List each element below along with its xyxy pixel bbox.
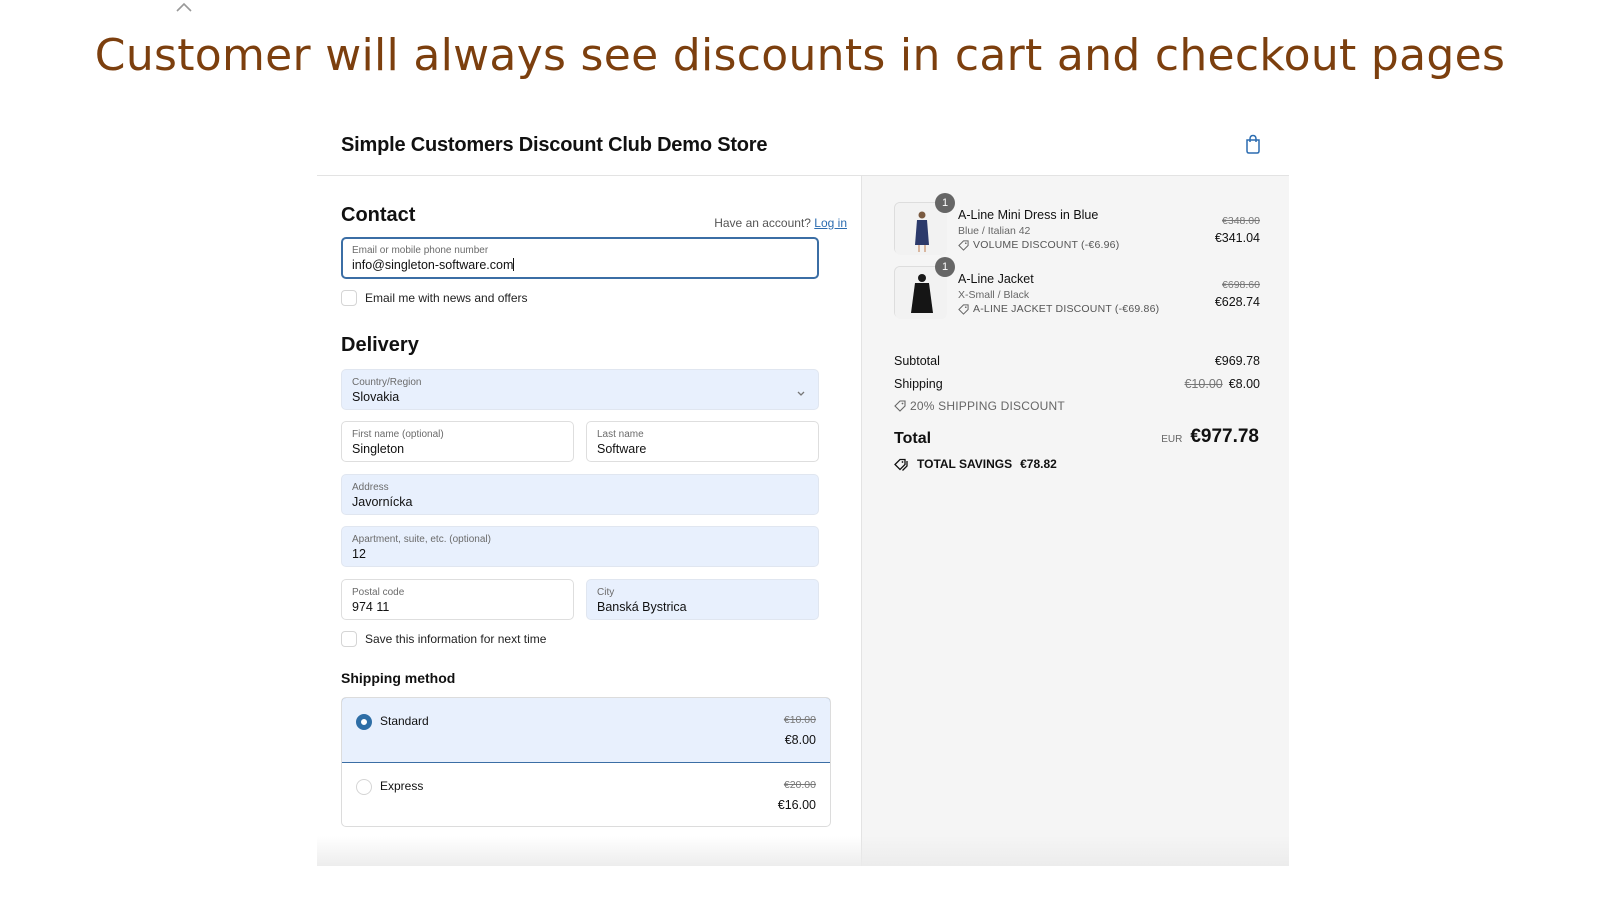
item-variant: Blue / Italian 42 — [958, 225, 1031, 237]
news-checkbox[interactable] — [341, 290, 357, 306]
postal-code-value: 974 11 — [352, 600, 390, 614]
item-variant: X-Small / Black — [958, 289, 1030, 301]
item-price: €341.04 — [1214, 231, 1260, 245]
total-label: Total — [894, 430, 932, 447]
apartment-label: Apartment, suite, etc. (optional) — [352, 534, 491, 545]
have-account-text: Have an account? Log in — [714, 216, 847, 230]
quantity-badge: 1 — [935, 193, 955, 213]
apartment-field[interactable]: Apartment, suite, etc. (optional) 12 — [341, 526, 819, 567]
item-discount-text: VOLUME DISCOUNT (-€6.96) — [973, 239, 1120, 251]
cart-item: 1 A-Line Jacket X-Small / Black A-LINE J… — [894, 257, 1260, 322]
tags-icon — [894, 458, 908, 471]
total-value: EUR €977.78 — [1161, 426, 1259, 448]
total-savings: TOTAL SAVINGS €78.82 — [894, 457, 1057, 471]
save-info-checkbox[interactable] — [341, 631, 357, 647]
shipping-option-price: €8.00 — [784, 733, 816, 747]
caption-headline: Customer will always see discounts in ca… — [94, 30, 1506, 81]
shipping-option-price: €16.00 — [777, 798, 816, 812]
store-header: Simple Customers Discount Club Demo Stor… — [317, 120, 1289, 176]
shipping-option-name: Standard — [380, 714, 429, 728]
shipping-discount: 20% SHIPPING DISCOUNT — [894, 399, 1065, 413]
currency-code: EUR — [1161, 434, 1183, 445]
item-name: A-Line Jacket — [958, 272, 1034, 286]
text-cursor — [513, 258, 515, 271]
item-discount: A-LINE JACKET DISCOUNT (-€69.86) — [958, 303, 1159, 315]
item-name: A-Line Mini Dress in Blue — [958, 208, 1099, 222]
checkout-screenshot: Simple Customers Discount Club Demo Stor… — [317, 120, 1289, 866]
country-label: Country/Region — [352, 377, 422, 388]
address-value: Javornícka — [352, 495, 413, 509]
country-select[interactable]: Country/Region Slovakia — [341, 369, 819, 410]
address-label: Address — [352, 482, 389, 493]
shipping-option-old-price: €10.00 — [783, 714, 816, 726]
contact-heading: Contact — [341, 204, 416, 226]
tag-icon — [958, 239, 969, 251]
country-value: Slovakia — [352, 390, 400, 404]
subtotal-label: Subtotal — [894, 354, 940, 368]
last-name-value: Software — [597, 442, 647, 456]
savings-amount: €78.82 — [1020, 457, 1057, 471]
subtotal-value: €969.78 — [1214, 354, 1260, 368]
total-amount: €977.78 — [1190, 426, 1259, 447]
city-value: Banská Bystrica — [597, 600, 687, 614]
login-link[interactable]: Log in — [814, 216, 847, 230]
first-name-value: Singleton — [352, 442, 405, 456]
last-name-label: Last name — [597, 429, 644, 440]
address-field[interactable]: Address Javornícka — [341, 474, 819, 515]
item-old-price: €698.60 — [1222, 279, 1260, 291]
shipping-row: Shipping €10.00 €8.00 — [894, 377, 1260, 391]
shipping-option-express[interactable]: Express €20.00 €16.00 — [342, 763, 830, 826]
product-thumbnail: 1 — [894, 193, 955, 255]
shipping-option-name: Express — [380, 779, 424, 793]
store-title[interactable]: Simple Customers Discount Club Demo Stor… — [341, 134, 768, 157]
shipping-options: Standard €10.00 €8.00 Express €20.00 €16… — [341, 697, 831, 827]
have-account-label: Have an account? — [714, 216, 811, 230]
news-checkbox-row[interactable]: Email me with news and offers — [341, 290, 528, 306]
tag-icon — [894, 400, 906, 412]
item-price: €628.74 — [1214, 295, 1260, 309]
item-discount-text: A-LINE JACKET DISCOUNT (-€69.86) — [973, 303, 1160, 315]
postal-code-field[interactable]: Postal code 974 11 — [341, 579, 574, 620]
savings-label: TOTAL SAVINGS — [917, 457, 1013, 471]
shipping-price: €8.00 — [1228, 377, 1260, 391]
news-checkbox-label: Email me with news and offers — [365, 291, 528, 305]
apartment-value: 12 — [352, 547, 366, 561]
city-field[interactable]: City Banská Bystrica — [586, 579, 819, 620]
shipping-option-standard[interactable]: Standard €10.00 €8.00 — [342, 698, 830, 763]
order-summary: 1 A-Line Mini Dress in Blue Blue / Itali… — [861, 176, 1289, 866]
first-name-label: First name (optional) — [352, 429, 444, 440]
first-name-field[interactable]: First name (optional) Singleton — [341, 421, 574, 462]
cart-item: 1 A-Line Mini Dress in Blue Blue / Itali… — [894, 193, 1260, 258]
shipping-method-heading: Shipping method — [341, 670, 456, 686]
shopping-bag-icon[interactable] — [1244, 134, 1262, 154]
checkout-form: Contact Have an account? Log in Email or… — [317, 176, 861, 866]
shipping-old-price: €10.00 — [1184, 377, 1223, 391]
shipping-discount-text: 20% SHIPPING DISCOUNT — [910, 399, 1065, 413]
radio-selected[interactable] — [356, 714, 372, 730]
save-info-checkbox-row[interactable]: Save this information for next time — [341, 631, 546, 647]
postal-code-label: Postal code — [352, 587, 405, 598]
email-value: info@singleton-software.com — [352, 258, 514, 272]
last-name-field[interactable]: Last name Software — [586, 421, 819, 462]
tag-icon — [958, 303, 969, 315]
save-info-checkbox-label: Save this information for next time — [365, 632, 547, 646]
product-thumbnail: 1 — [894, 257, 955, 319]
radio-unselected[interactable] — [356, 779, 372, 795]
shipping-label: Shipping — [894, 377, 943, 391]
chevron-down-icon — [796, 385, 806, 396]
item-discount: VOLUME DISCOUNT (-€6.96) — [958, 239, 1119, 251]
item-old-price: €348.00 — [1222, 215, 1260, 227]
shipping-option-old-price: €20.00 — [783, 779, 816, 791]
subtotal-row: Subtotal €969.78 — [894, 354, 1260, 368]
quantity-badge: 1 — [935, 257, 955, 277]
email-field[interactable]: Email or mobile phone number info@single… — [341, 237, 819, 279]
delivery-heading: Delivery — [341, 334, 419, 356]
email-label: Email or mobile phone number — [352, 245, 489, 256]
city-label: City — [597, 587, 615, 598]
scroll-up-chevron-icon[interactable] — [176, 2, 192, 12]
